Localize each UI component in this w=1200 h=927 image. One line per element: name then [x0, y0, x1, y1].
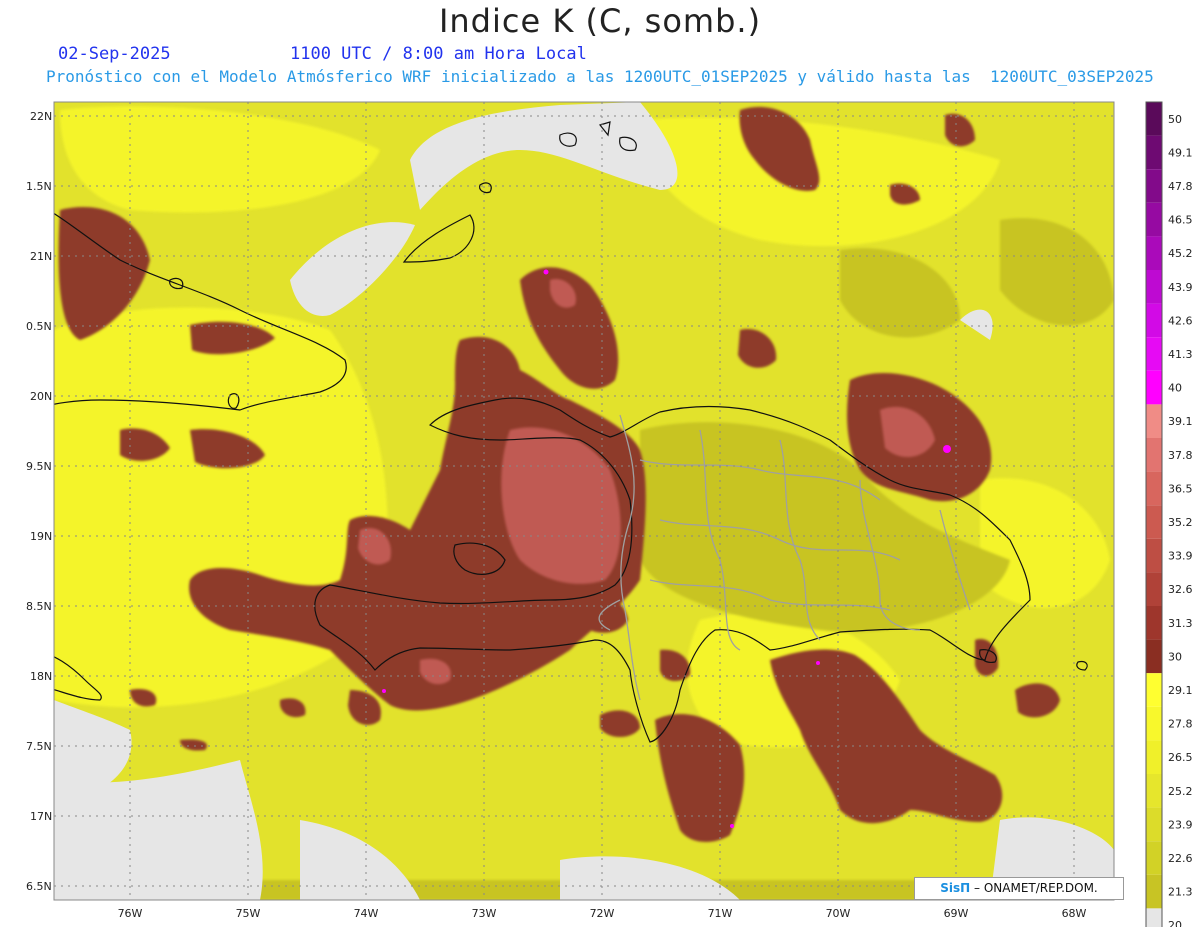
- colorbar-label: 36.5: [1168, 482, 1193, 495]
- colorbar-swatch: [1146, 236, 1162, 270]
- colorbar-swatch: [1146, 135, 1162, 170]
- lat-label: 0.5N: [26, 320, 52, 333]
- lat-label: 1.5N: [26, 180, 52, 193]
- colorbar-label: 30: [1168, 650, 1182, 663]
- colorbar-swatch: [1146, 606, 1162, 640]
- colorbar-label: 47.8: [1168, 180, 1193, 193]
- colorbar-label: 21.3: [1168, 886, 1193, 899]
- lon-label: 72W: [590, 907, 615, 920]
- colorbar-label: 26.5: [1168, 751, 1193, 764]
- colorbar-label: 40: [1168, 382, 1182, 395]
- colorbar-label: 41.3: [1168, 348, 1193, 361]
- lat-label: 19N: [30, 530, 52, 543]
- colorbar-label: 35.2: [1168, 516, 1193, 529]
- colorbar-swatch: [1146, 471, 1162, 506]
- colorbar: 50 49.1 47.8 46.5 45.2 43.9 42.6 41.3 40 39.1 37.8…: [1145, 101, 1193, 927]
- colorbar-swatch: [1146, 169, 1162, 203]
- colorbar-swatch: [1146, 706, 1162, 741]
- colorbar-label: 25.2: [1168, 785, 1193, 798]
- lat-label: 18N: [30, 670, 52, 683]
- colorbar-swatch: [1146, 538, 1162, 573]
- lon-label: 76W: [118, 907, 143, 920]
- colorbar-label: 49.1: [1168, 146, 1193, 159]
- colorbar-swatch: [1146, 102, 1162, 136]
- colorbar-label: 29.1: [1168, 684, 1193, 697]
- colorbar-label: 23.9: [1168, 818, 1193, 831]
- colorbar-swatch: [1146, 807, 1162, 842]
- colorbar-swatch: [1146, 774, 1162, 808]
- lat-label: 17N: [30, 810, 52, 823]
- colorbar-swatch: [1146, 908, 1162, 927]
- lat-label: 22N: [30, 110, 52, 123]
- lon-label: 70W: [826, 907, 851, 920]
- lat-labels: 22N 1.5N 21N 0.5N 20N 9.5N 19N 8.5N 18N …: [26, 110, 52, 893]
- colorbar-swatch: [1146, 740, 1162, 774]
- colorbar-swatch: [1146, 673, 1162, 707]
- lon-label: 69W: [944, 907, 969, 920]
- lat-label: 21N: [30, 250, 52, 263]
- colorbar-label: 46.5: [1168, 214, 1193, 227]
- colorbar-label: 50: [1168, 113, 1182, 126]
- colorbar-label: 33.9: [1168, 550, 1193, 563]
- colorbar-label: 42.6: [1168, 314, 1193, 327]
- colorbar-label: 32.6: [1168, 583, 1193, 596]
- colorbar-label: 27.8: [1168, 718, 1193, 731]
- colorbar-swatch: [1146, 370, 1162, 405]
- colorbar-label: 45.2: [1168, 247, 1193, 260]
- lat-label: 7.5N: [26, 740, 52, 753]
- colorbar-label: 37.8: [1168, 449, 1193, 462]
- lon-labels: 76W 75W 74W 73W 72W 71W 70W 69W 68W: [118, 907, 1087, 920]
- colorbar-swatch: [1146, 874, 1162, 909]
- lat-label: 8.5N: [26, 600, 52, 613]
- lon-label: 75W: [236, 907, 261, 920]
- lon-label: 74W: [354, 907, 379, 920]
- lon-label: 73W: [472, 907, 497, 920]
- credit-text: – ONAMET/REP.DOM.: [974, 881, 1098, 895]
- colorbar-label: 31.3: [1168, 617, 1193, 630]
- lat-label: 6.5N: [26, 880, 52, 893]
- lon-label: 68W: [1062, 907, 1087, 920]
- colorbar-swatch: [1146, 404, 1162, 438]
- colorbar-swatch: [1146, 303, 1162, 338]
- lat-label: 9.5N: [26, 460, 52, 473]
- colorbar-label: 22.6: [1168, 852, 1193, 865]
- colorbar-swatch: [1146, 572, 1162, 606]
- credit-box: SisΠ – ONAMET/REP.DOM.: [914, 877, 1124, 900]
- colorbar-label: 20: [1168, 919, 1182, 927]
- lat-label: 20N: [30, 390, 52, 403]
- colorbar-swatch: [1146, 841, 1162, 875]
- colorbar-label: 43.9: [1168, 281, 1193, 294]
- colorbar-swatch: [1146, 270, 1162, 304]
- credit-brand: SisΠ: [940, 881, 971, 895]
- colorbar-swatch: [1146, 337, 1162, 371]
- colorbar-swatch: [1146, 438, 1162, 472]
- colorbar-swatch: [1146, 505, 1162, 539]
- lon-label: 71W: [708, 907, 733, 920]
- k-index-map: 22N 1.5N 21N 0.5N 20N 9.5N 19N 8.5N 18N …: [26, 101, 1193, 927]
- colorbar-swatch: [1146, 202, 1162, 237]
- colorbar-label: 39.1: [1168, 415, 1193, 428]
- colorbar-swatch: [1146, 639, 1162, 674]
